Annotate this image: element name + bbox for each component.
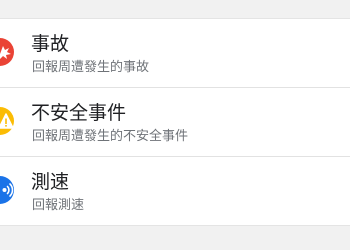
report-hazard-subtitle: 回報周遭發生的不安全事件 (32, 129, 189, 144)
report-speed-trap-title: 測速 (31, 171, 70, 193)
report-hazard-item[interactable]: 不安全事件 回報周遭發生的不安全事件 (0, 88, 350, 156)
report-hazard-title: 不安全事件 (31, 102, 127, 124)
report-options-list: 事故 回報周遭發生的事故 不安全事件 回報周遭發生的不安全事件 測速 回報測速 (0, 18, 350, 226)
speed-trap-icon (0, 176, 14, 204)
report-crash-item[interactable]: 事故 回報周遭發生的事故 (0, 19, 350, 87)
report-speed-trap-subtitle: 回報測速 (32, 198, 85, 213)
hazard-warning-icon (0, 107, 14, 135)
crash-icon (0, 38, 14, 66)
report-speed-trap-item[interactable]: 測速 回報測速 (0, 157, 350, 225)
report-crash-title: 事故 (31, 33, 70, 55)
report-crash-subtitle: 回報周遭發生的事故 (32, 60, 150, 75)
